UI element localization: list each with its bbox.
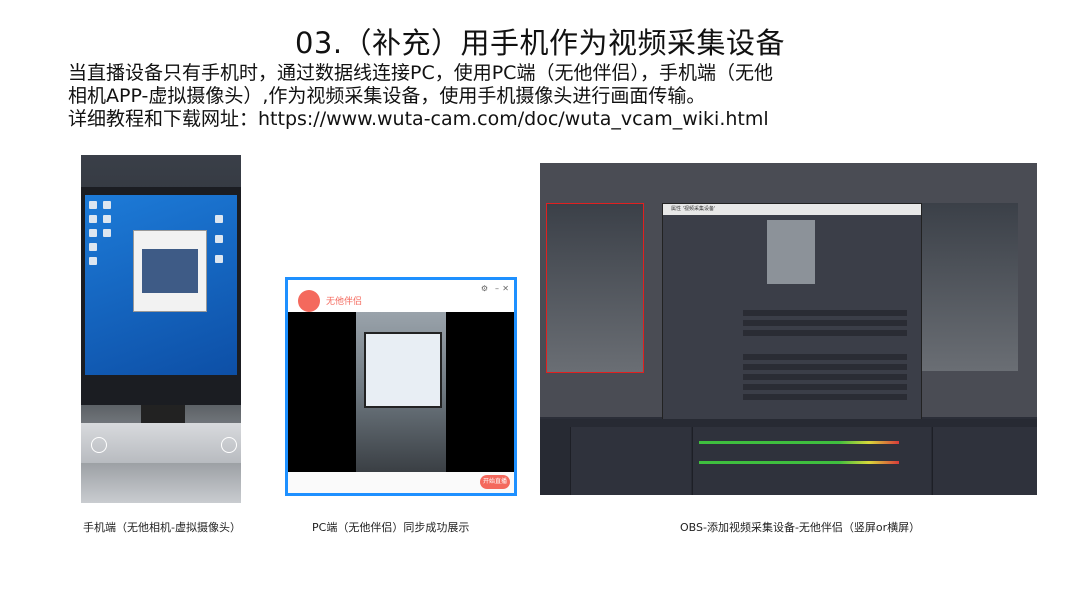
dialog-row[interactable] — [743, 394, 907, 400]
desktop-icon — [89, 215, 97, 223]
dialog-row[interactable] — [743, 384, 907, 390]
description-line-1: 当直播设备只有手机时，通过数据线连接PC，使用PC端（无他伴侣），手机端（无他 — [68, 62, 773, 84]
app-logo-icon — [298, 290, 320, 312]
video-preview — [288, 312, 514, 472]
desktop-icon — [89, 257, 97, 265]
client-footer: 开始直播 — [288, 472, 514, 493]
dialog-row[interactable] — [743, 330, 907, 336]
audio-mixer-panel — [692, 427, 931, 495]
caption-phone: 手机端（无他相机-虚拟摄像头） — [83, 521, 241, 534]
app-window-preview — [133, 230, 207, 312]
phone-screenshot — [81, 155, 241, 503]
slide-title: 03.（补充）用手机作为视频采集设备 — [294, 26, 786, 60]
desktop-icon — [103, 201, 111, 209]
slide-description: 当直播设备只有手机时，通过数据线连接PC，使用PC端（无他伴侣），手机端（无他 … — [68, 62, 1028, 131]
desktop-icon — [215, 235, 223, 243]
app-name: 无他伴侣 — [326, 297, 363, 307]
dialog-row[interactable] — [743, 364, 907, 370]
monitor-stand — [141, 405, 185, 423]
desktop-icon — [215, 215, 223, 223]
camera-control-icon — [91, 437, 107, 453]
dialog-row[interactable] — [743, 320, 907, 326]
pc-client-screenshot: 无他伴侣 ⚙ – ✕ 开始直播 — [285, 277, 517, 496]
start-live-button[interactable]: 开始直播 — [480, 475, 510, 489]
dialog-row[interactable] — [743, 374, 907, 380]
minimize-icon[interactable]: – — [495, 284, 499, 293]
camera-controls — [81, 437, 241, 477]
desktop-icon — [89, 201, 97, 209]
desktop-icon — [215, 255, 223, 263]
obs-docks — [540, 419, 1037, 495]
desktop-icon — [89, 229, 97, 237]
properties-dialog: 属性 '视频采集设备' — [662, 203, 922, 421]
sources-panel — [570, 427, 691, 495]
description-line-2: 相机APP-虚拟摄像头）,作为视频采集设备，使用手机摄像头进行画面传输。 — [68, 85, 706, 107]
settings-icon[interactable]: ⚙ — [481, 284, 488, 293]
capture-source-left — [546, 203, 644, 373]
description-line-3: 详细教程和下载网址：https://www.wuta-cam.com/doc/w… — [68, 108, 769, 130]
transitions-panel — [932, 427, 1037, 495]
dialog-row[interactable] — [743, 354, 907, 360]
caption-pc: PC端（无他伴侣）同步成功展示 — [312, 521, 470, 534]
capture-source-right — [922, 203, 1018, 371]
obs-screenshot: 属性 '视频采集设备' — [540, 163, 1037, 495]
desktop-icon — [103, 215, 111, 223]
desktop-icon — [103, 229, 111, 237]
desktop-icon — [89, 243, 97, 251]
camera-control-icon — [221, 437, 237, 453]
dialog-title: 属性 '视频采集设备' — [663, 204, 921, 215]
dialog-preview — [767, 220, 815, 284]
audio-meter — [699, 461, 899, 464]
caption-obs: OBS-添加视频采集设备-无他伴侣（竖屏or横屏） — [680, 521, 921, 534]
obs-preview: 属性 '视频采集设备' — [540, 163, 1037, 421]
dialog-row[interactable] — [743, 310, 907, 316]
close-icon[interactable]: ✕ — [502, 284, 509, 293]
audio-meter — [699, 441, 899, 444]
